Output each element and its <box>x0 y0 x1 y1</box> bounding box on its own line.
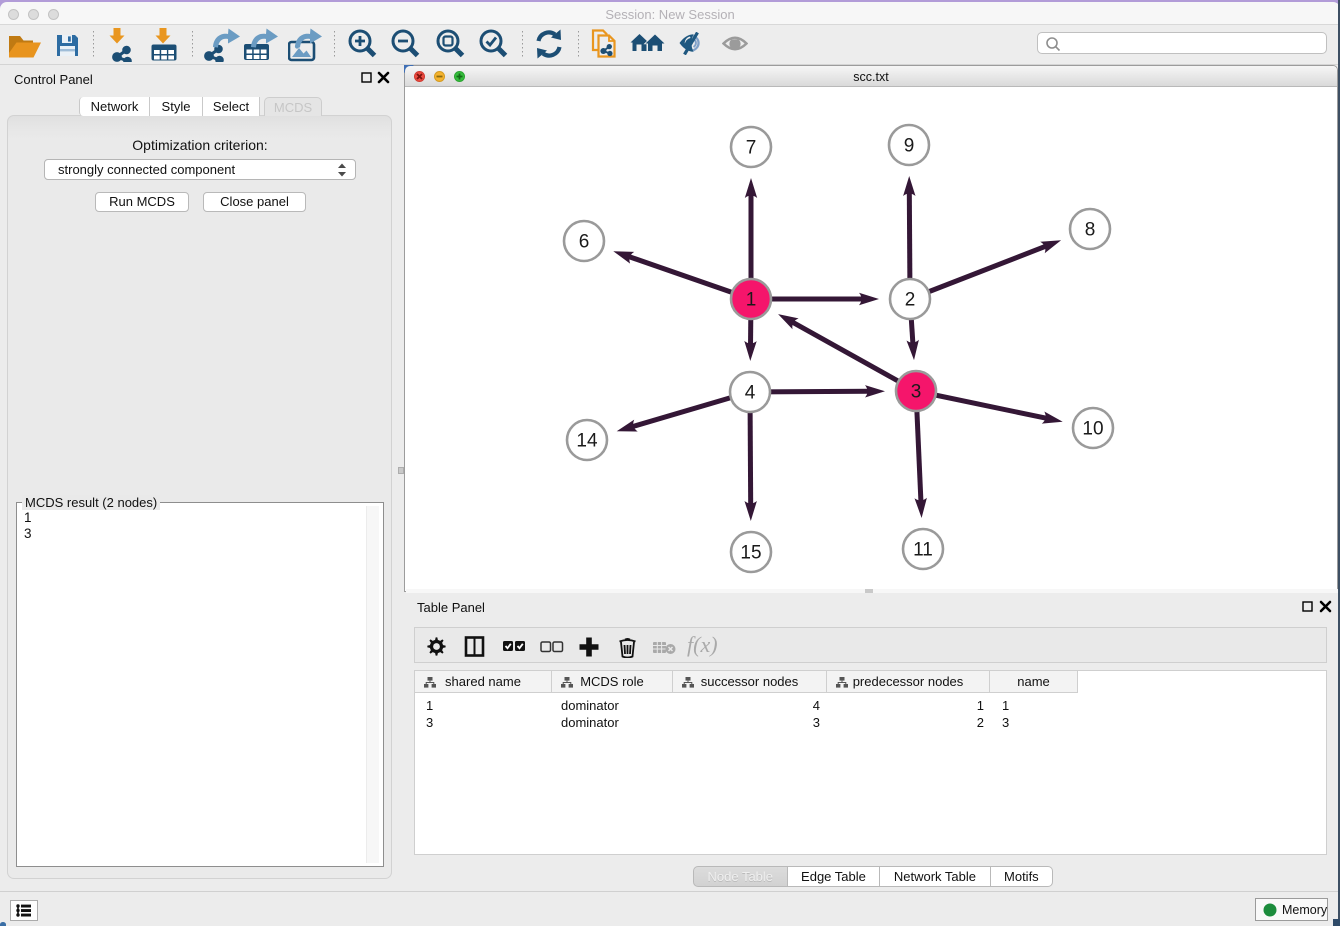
svg-text:7: 7 <box>746 138 757 159</box>
svg-text:15: 15 <box>740 543 761 564</box>
svg-text:2: 2 <box>905 290 916 311</box>
svg-text:10: 10 <box>1082 419 1103 440</box>
svg-text:9: 9 <box>904 136 915 157</box>
svg-text:14: 14 <box>576 431 598 452</box>
svg-text:3: 3 <box>911 382 922 403</box>
svg-text:8: 8 <box>1085 220 1096 241</box>
svg-text:11: 11 <box>913 540 933 561</box>
svg-text:6: 6 <box>579 232 590 253</box>
svg-text:1: 1 <box>746 290 757 311</box>
svg-text:4: 4 <box>745 383 756 404</box>
